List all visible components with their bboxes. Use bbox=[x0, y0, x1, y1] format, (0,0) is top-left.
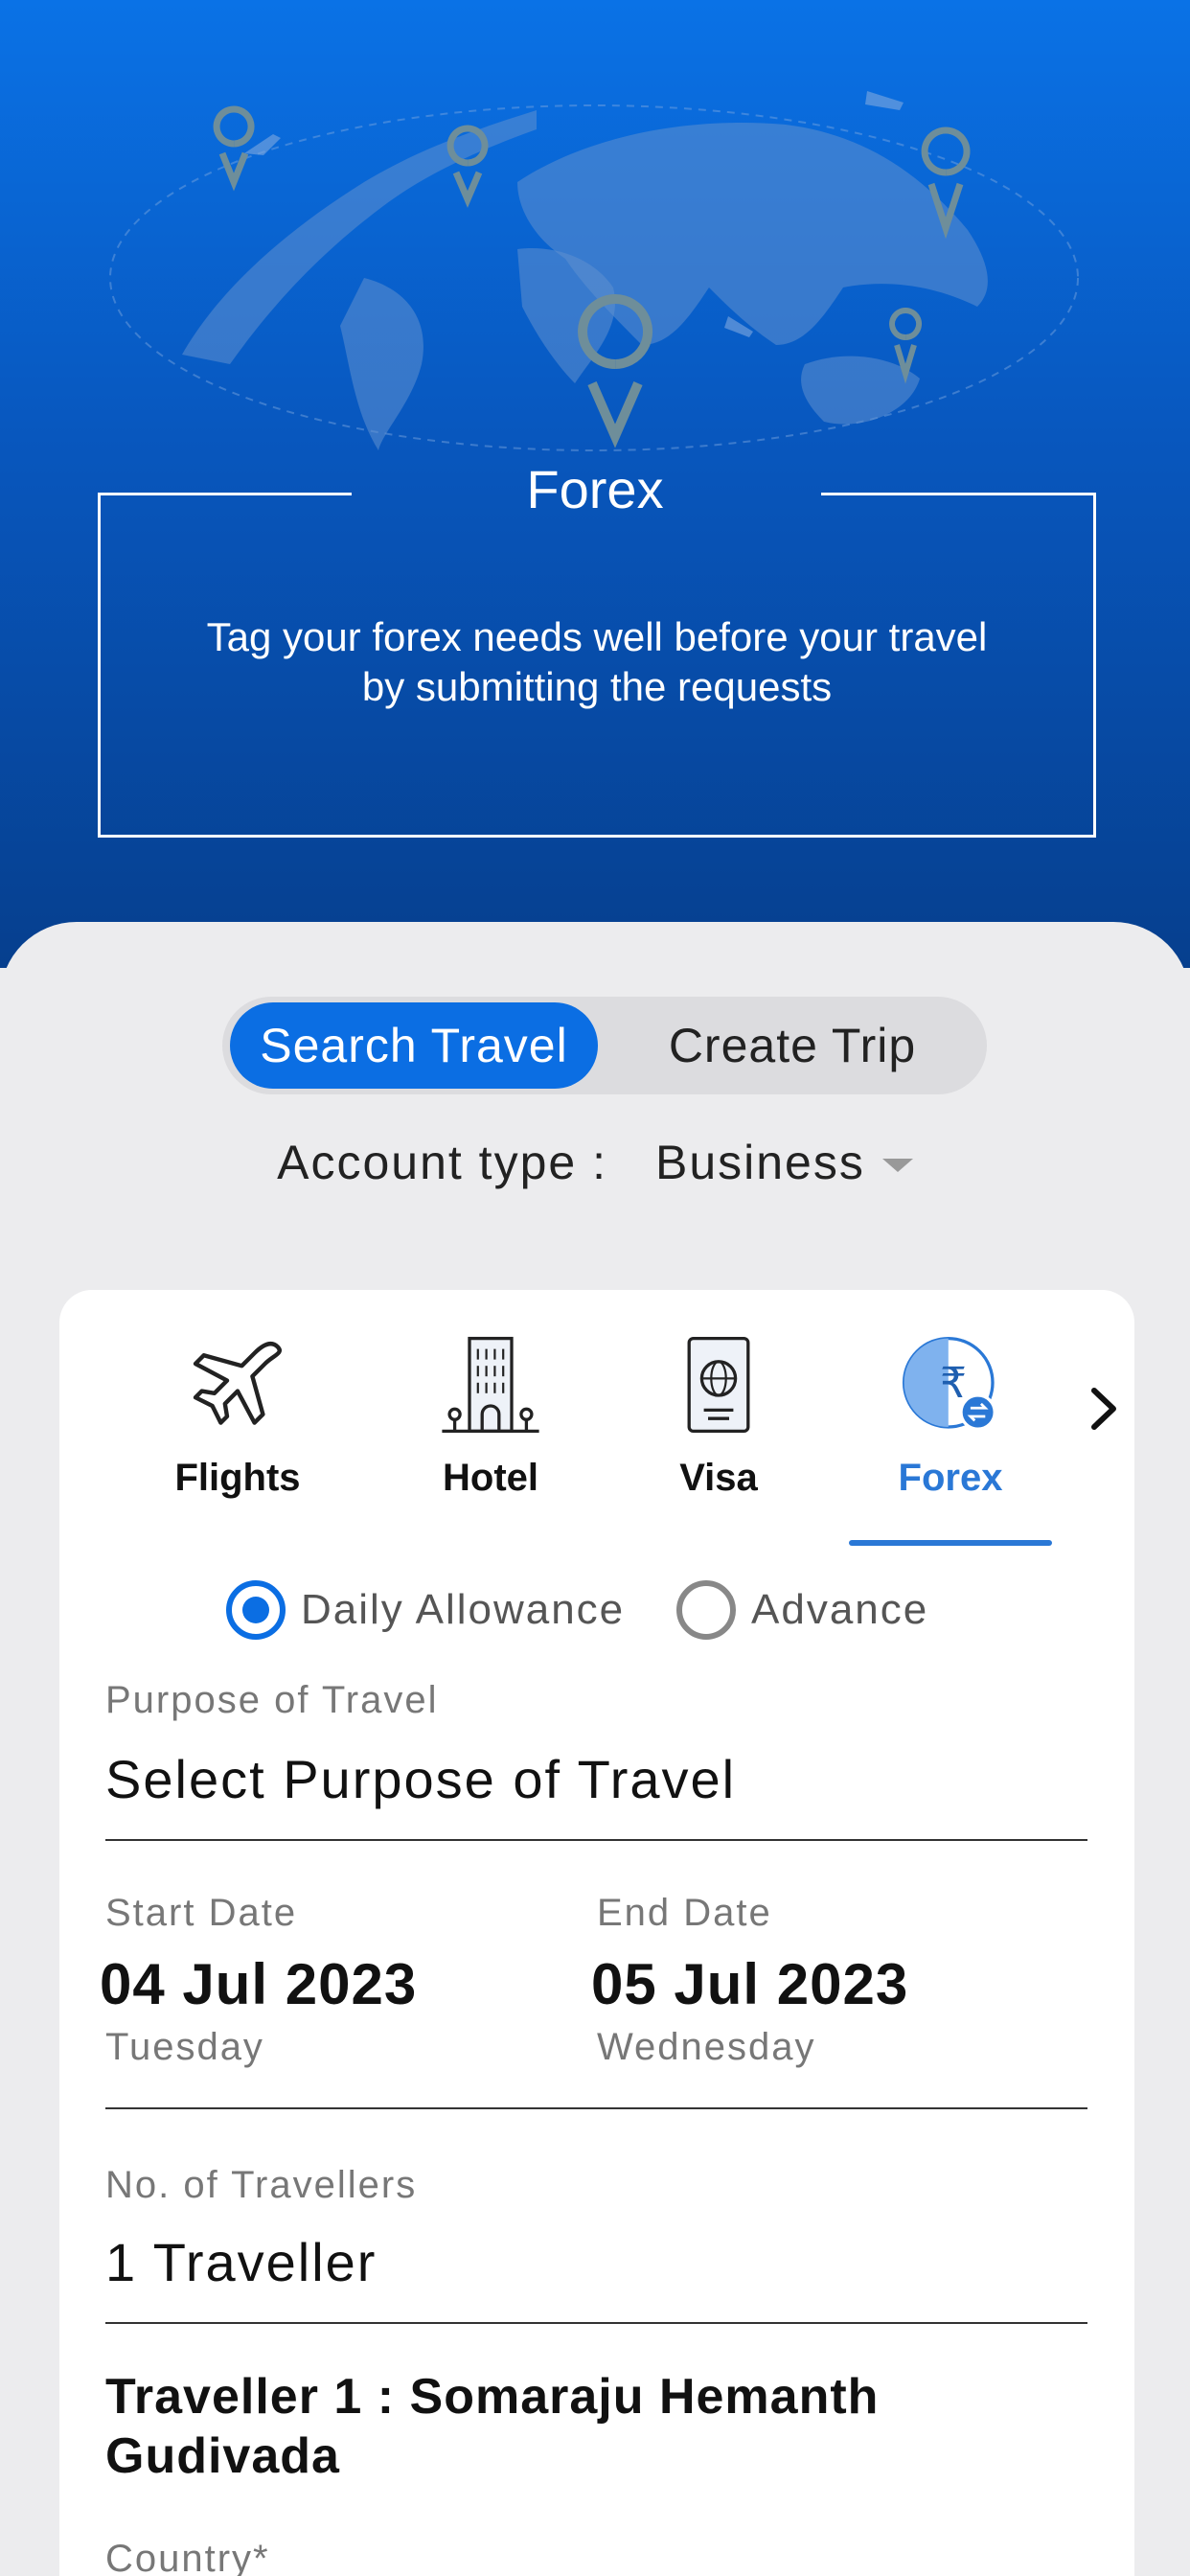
radio-unselected-icon bbox=[676, 1580, 736, 1640]
daily-allowance-option[interactable]: Daily Allowance bbox=[226, 1579, 625, 1641]
hero-description-line1: Tag your forex needs well before your tr… bbox=[206, 614, 988, 659]
travellers-select[interactable]: 1 Traveller bbox=[105, 2231, 377, 2293]
svg-text:₹: ₹ bbox=[940, 1359, 967, 1408]
advance-label: Advance bbox=[751, 1586, 929, 1633]
hotel-icon bbox=[442, 1336, 539, 1434]
tab-hotel[interactable]: Hotel bbox=[385, 1332, 596, 1500]
account-type-dropdown[interactable]: Business bbox=[655, 1135, 913, 1190]
create-trip-button[interactable]: Create Trip bbox=[606, 1002, 979, 1089]
rupee-exchange-icon: ₹ bbox=[902, 1336, 996, 1431]
account-type-row: Account type : Business bbox=[0, 1129, 1190, 1196]
tab-visa-label: Visa bbox=[679, 1457, 758, 1499]
passport-icon bbox=[687, 1336, 750, 1434]
hero-banner: Forex Tag your forex needs well before y… bbox=[0, 0, 1190, 968]
divider bbox=[105, 1839, 1087, 1841]
search-travel-button[interactable]: Search Travel bbox=[230, 1002, 598, 1089]
country-label: Country* bbox=[105, 2538, 270, 2576]
start-day-label: Tuesday bbox=[105, 2026, 264, 2068]
hero-description-box: Tag your forex needs well before your tr… bbox=[98, 493, 1096, 838]
traveller-1-name: Traveller 1 : Somaraju Hemanth Gudivada bbox=[105, 2369, 880, 2484]
chevron-right-icon[interactable] bbox=[1085, 1385, 1123, 1433]
box-top-line-left bbox=[98, 493, 352, 495]
world-map-illustration bbox=[109, 91, 1079, 451]
purpose-select[interactable]: Select Purpose of Travel bbox=[105, 1748, 736, 1810]
tab-forex[interactable]: ₹ Forex bbox=[845, 1332, 1056, 1500]
tab-forex-label: Forex bbox=[898, 1457, 1003, 1499]
tab-flights-label: Flights bbox=[174, 1457, 301, 1499]
start-date-value[interactable]: 04 Jul 2023 bbox=[100, 1951, 417, 2017]
account-type-value: Business bbox=[654, 1136, 865, 1189]
account-type-label: Account type : bbox=[277, 1136, 607, 1189]
end-date-value[interactable]: 05 Jul 2023 bbox=[591, 1951, 908, 2017]
radio-selected-icon bbox=[226, 1580, 286, 1640]
active-tab-indicator bbox=[849, 1540, 1052, 1546]
tab-hotel-label: Hotel bbox=[443, 1457, 538, 1499]
box-top-line-right bbox=[821, 493, 1096, 495]
travellers-label: No. of Travellers bbox=[105, 2164, 418, 2206]
end-day-label: Wednesday bbox=[597, 2026, 816, 2068]
end-date-label: End Date bbox=[597, 1892, 772, 1934]
hero-description: Tag your forex needs well before your tr… bbox=[158, 612, 1036, 712]
airplane-icon bbox=[193, 1342, 282, 1425]
hero-description-line2: by submitting the requests bbox=[361, 664, 833, 709]
advance-option[interactable]: Advance bbox=[676, 1579, 928, 1641]
purpose-label: Purpose of Travel bbox=[105, 1679, 439, 1721]
start-date-label: Start Date bbox=[105, 1892, 298, 1934]
divider bbox=[105, 2107, 1087, 2109]
tab-visa[interactable]: Visa bbox=[613, 1332, 824, 1500]
tab-flights[interactable]: Flights bbox=[132, 1332, 343, 1500]
daily-allowance-label: Daily Allowance bbox=[301, 1586, 626, 1633]
divider bbox=[105, 2322, 1087, 2324]
caret-down-icon bbox=[881, 1159, 913, 1172]
trip-mode-toggle: Search Travel Create Trip bbox=[222, 997, 987, 1094]
